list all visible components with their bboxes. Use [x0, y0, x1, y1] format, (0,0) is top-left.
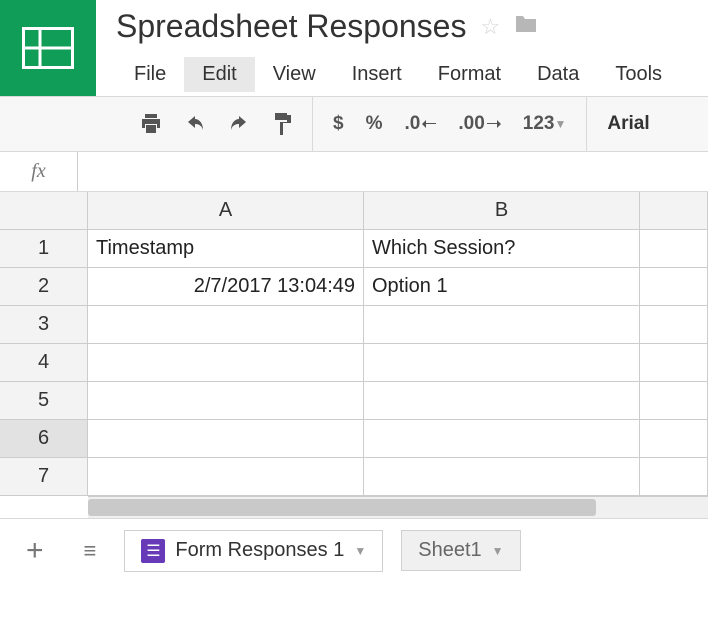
cell-c1[interactable] — [640, 230, 708, 268]
tab-label: Form Responses 1 — [175, 539, 344, 562]
tab-form-responses[interactable]: ☰ Form Responses 1 ▼ — [124, 530, 383, 572]
cell-a1[interactable]: Timestamp — [88, 230, 364, 268]
tab-sheet1[interactable]: Sheet1 ▼ — [401, 530, 520, 571]
row-header-1[interactable]: 1 — [0, 230, 88, 268]
col-header-b[interactable]: B — [364, 192, 640, 230]
currency-button[interactable]: $ — [333, 113, 344, 135]
cell-a2[interactable]: 2/7/2017 13:04:49 — [88, 268, 364, 306]
add-sheet-button[interactable]: + — [14, 534, 56, 568]
paint-format-icon[interactable] — [272, 113, 292, 135]
row-header-5[interactable]: 5 — [0, 382, 88, 420]
toolbar: $ % .0 .00 123 ▼ Arial — [0, 96, 708, 152]
percent-button[interactable]: % — [366, 113, 383, 135]
formula-input[interactable] — [78, 152, 708, 191]
row-header-7[interactable]: 7 — [0, 458, 88, 496]
menu-view[interactable]: View — [255, 57, 334, 92]
scrollbar-thumb[interactable] — [88, 499, 596, 516]
cell-b1[interactable]: Which Session? — [364, 230, 640, 268]
font-select[interactable]: Arial — [607, 113, 649, 135]
cell-c4[interactable] — [640, 344, 708, 382]
chevron-down-icon[interactable]: ▼ — [354, 544, 366, 558]
col-header-blank[interactable] — [640, 192, 708, 230]
number-format-button[interactable]: 123 ▼ — [523, 113, 567, 135]
star-icon[interactable]: ☆ — [480, 14, 500, 40]
cell-b2[interactable]: Option 1 — [364, 268, 640, 306]
cell-c5[interactable] — [640, 382, 708, 420]
menu-data[interactable]: Data — [519, 57, 597, 92]
cell-a3[interactable] — [88, 306, 364, 344]
form-icon: ☰ — [141, 539, 165, 563]
menu-format[interactable]: Format — [420, 57, 519, 92]
print-icon[interactable] — [140, 114, 162, 134]
sheet-tab-bar: + ≡ ☰ Form Responses 1 ▼ Sheet1 ▼ — [0, 518, 708, 582]
row-header-2[interactable]: 2 — [0, 268, 88, 306]
decrease-decimal-button[interactable]: .0 — [404, 113, 436, 135]
cell-c7[interactable] — [640, 458, 708, 496]
cell-c2[interactable] — [640, 268, 708, 306]
spreadsheet-grid: A B 1 Timestamp Which Session? 2 2/7/201… — [0, 192, 708, 496]
cell-b3[interactable] — [364, 306, 640, 344]
cell-b5[interactable] — [364, 382, 640, 420]
row-header-3[interactable]: 3 — [0, 306, 88, 344]
cell-b4[interactable] — [364, 344, 640, 382]
cell-b7[interactable] — [364, 458, 640, 496]
app-logo — [0, 0, 96, 96]
col-header-a[interactable]: A — [88, 192, 364, 230]
cell-c6[interactable] — [640, 420, 708, 458]
select-all-corner[interactable] — [0, 192, 88, 230]
undo-icon[interactable] — [184, 116, 206, 132]
menu-tools[interactable]: Tools — [597, 57, 680, 92]
formula-label: fx — [0, 152, 78, 191]
chevron-down-icon[interactable]: ▼ — [492, 544, 504, 558]
chevron-down-icon: ▼ — [554, 117, 566, 131]
doc-title[interactable]: Spreadsheet Responses — [116, 8, 466, 45]
menu-file[interactable]: File — [116, 57, 184, 92]
row-header-6[interactable]: 6 — [0, 420, 88, 458]
cell-b6[interactable] — [364, 420, 640, 458]
cell-a6[interactable] — [88, 420, 364, 458]
cell-a5[interactable] — [88, 382, 364, 420]
tab-label: Sheet1 — [418, 539, 481, 562]
menu-insert[interactable]: Insert — [334, 57, 420, 92]
menu-edit[interactable]: Edit — [184, 57, 254, 92]
all-sheets-button[interactable]: ≡ — [74, 538, 107, 564]
row-header-4[interactable]: 4 — [0, 344, 88, 382]
cell-a7[interactable] — [88, 458, 364, 496]
increase-decimal-button[interactable]: .00 — [458, 113, 500, 135]
cell-a4[interactable] — [88, 344, 364, 382]
folder-icon[interactable] — [514, 14, 538, 40]
horizontal-scrollbar[interactable] — [88, 496, 708, 518]
redo-icon[interactable] — [228, 116, 250, 132]
menu-bar: File Edit View Insert Format Data Tools — [116, 57, 708, 92]
cell-c3[interactable] — [640, 306, 708, 344]
